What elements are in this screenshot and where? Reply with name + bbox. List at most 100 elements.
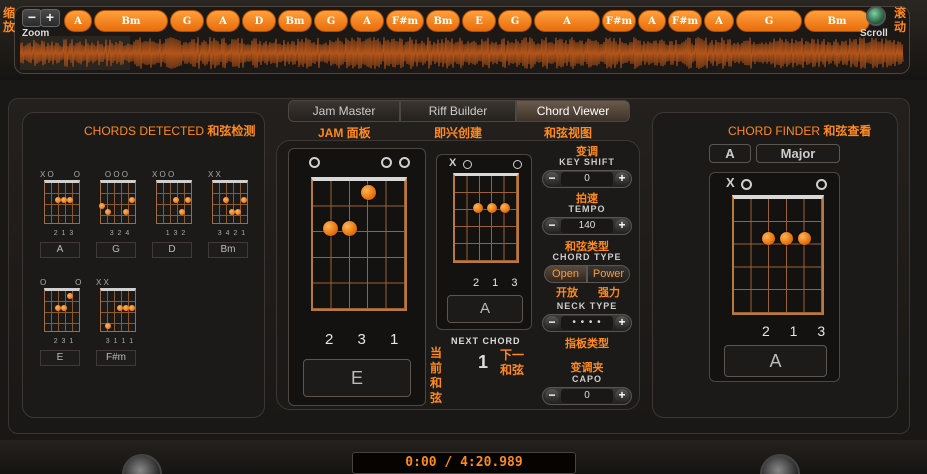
string-markers: O O [40,278,82,287]
tab-jam-master[interactable]: Jam Master [288,100,400,122]
timeline-chord-chip[interactable]: A [638,10,666,32]
timeline-chord-chip[interactable]: A [206,10,240,32]
neck-type-increase-button[interactable]: + [615,316,629,330]
scroll-knob[interactable] [866,6,886,26]
next-cn-line: 和弦 [500,363,525,377]
timeline-chord-chip[interactable]: E [462,10,496,32]
finder-quality-select[interactable]: Major [756,144,840,163]
detected-chord-bm[interactable]: X X 3 4 2 1 Bm [208,170,256,260]
timeline-chord-chip[interactable]: Bm [278,10,312,32]
capo-decrease-button[interactable]: − [545,389,559,403]
detected-chord-fsharpm[interactable]: X X 3 1 1 1 F#m [96,278,144,368]
open-string-marker [309,157,320,168]
chord-type-power-button[interactable]: Power [587,265,630,283]
timeline-chord-chip[interactable]: D [242,10,276,32]
finger-dot [342,221,357,236]
tempo-increase-button[interactable]: + [615,219,629,233]
string-markers: X O O [40,170,81,179]
next-chord-label: NEXT CHORD [451,336,521,346]
timeline-chord-chip[interactable]: A [350,10,384,32]
current-cn-char: 当 [429,346,442,360]
timeline-chord-chip[interactable]: G [314,10,348,32]
timeline-chord-chip[interactable]: A [64,10,92,32]
mute-string-marker: X [726,175,735,190]
key-shift-decrease-button[interactable]: − [545,172,559,186]
key-shift-value[interactable]: 0 [561,172,613,186]
zoom-cn-label: 缩放 [2,6,16,34]
audio-waveform[interactable] [20,36,904,70]
finger-dot [762,232,775,245]
current-cn-char: 前 [429,361,442,375]
scroll-cn-label: 滚动 [893,6,907,34]
chords-detected-title-en: CHORDS DETECTED [84,124,205,138]
open-string-marker [513,160,522,169]
mini-chord-fingering: 3 4 2 1 [217,230,247,237]
next-chord-cn-label: 下一 和弦 [500,348,524,378]
timeline-chord-chip[interactable]: G [736,10,802,32]
finder-chord-card: X 2 1 3 A [709,172,840,382]
finger-dot [780,232,793,245]
neck-type-decrease-button[interactable]: − [545,316,559,330]
timeline-chord-chip[interactable]: Bm [426,10,460,32]
capo-value[interactable]: 0 [561,389,613,403]
open-string-marker [381,157,392,168]
timeline-chord-chip[interactable]: G [498,10,532,32]
current-chord-name: E [303,359,411,397]
timeline-chord-chip[interactable]: F#m [602,10,636,32]
tempo-value[interactable]: 140 [561,219,613,233]
finder-chord-fingering: 2 1 3 [762,323,834,339]
next-chord-name: A [447,295,523,323]
current-cn-char: 弦 [429,391,442,405]
detected-chord-a[interactable]: X O O 2 1 3 A [40,170,88,260]
finger-dot [241,197,247,203]
capo-cn-label: 变调夹 [570,362,604,374]
chord-type-label: CHORD TYPE [552,252,622,262]
finger-dot [487,203,497,213]
waveform-path [20,36,904,70]
current-cn-char: 和 [429,376,442,390]
zoom-out-button[interactable]: − [22,9,42,27]
mini-chord-name: E [40,350,80,366]
capo-stepper: − 0 + [542,387,632,405]
finger-dot [129,197,135,203]
timeline-chord-chip[interactable]: A [534,10,600,32]
current-chord-cn-label: 当 前 和 弦 [429,346,443,406]
tempo-stepper: − 140 + [542,217,632,235]
timeline-chord-chip[interactable]: Bm [94,10,168,32]
finger-dot [129,305,135,311]
key-shift-increase-button[interactable]: + [615,172,629,186]
chord-timeline[interactable]: A Bm G A D Bm G A F#m Bm E G A F#m A F#m A G Bm [64,10,870,32]
detected-chord-e[interactable]: O O 2 3 1 E [40,278,88,368]
tab-chord-viewer[interactable]: Chord Viewer [516,100,630,122]
chord-finder-title-cn: 和弦查看 [823,124,872,138]
chords-detected-title-cn: 和弦检测 [207,124,256,138]
mini-chord-fingering: 3 1 1 1 [105,338,135,345]
capo-increase-button[interactable]: + [615,389,629,403]
scroll-cn-char: 动 [893,20,906,34]
finger-dot [473,203,483,213]
scroll-cn-char: 滚 [893,6,906,20]
tempo-decrease-button[interactable]: − [545,219,559,233]
timeline-chord-chip[interactable]: G [170,10,204,32]
finger-dot [361,185,376,200]
key-shift-label: KEY SHIFT [559,157,615,167]
timeline-chord-chip[interactable]: F#m [386,10,424,32]
finder-root-select[interactable]: A [709,144,751,163]
neck-type-stepper: − • • • • + [542,314,632,332]
tab-riff-builder[interactable]: Riff Builder [400,100,516,122]
detected-chord-g[interactable]: O O O 3 2 4 G [96,170,144,260]
capo-label: CAPO [571,374,602,384]
mini-chord-fingering: 2 1 3 [53,230,75,237]
chord-type-open-button[interactable]: Open [544,265,587,283]
current-chord-card: 2 3 1 E [288,148,426,406]
timeline-chord-chip[interactable]: F#m [668,10,702,32]
zoom-in-button[interactable]: + [40,9,60,27]
fretboard-grid [311,177,407,311]
next-chord-count: 1 [478,352,489,372]
neck-type-value[interactable]: • • • • [561,316,613,330]
finger-dot [67,293,73,299]
timeline-chord-chip[interactable]: A [704,10,734,32]
chords-detected-title: CHORDS DETECTED 和弦检测 [84,122,255,139]
mini-chord-fingering: 2 3 1 [53,338,75,345]
detected-chord-d[interactable]: X O O 1 3 2 D [152,170,200,260]
